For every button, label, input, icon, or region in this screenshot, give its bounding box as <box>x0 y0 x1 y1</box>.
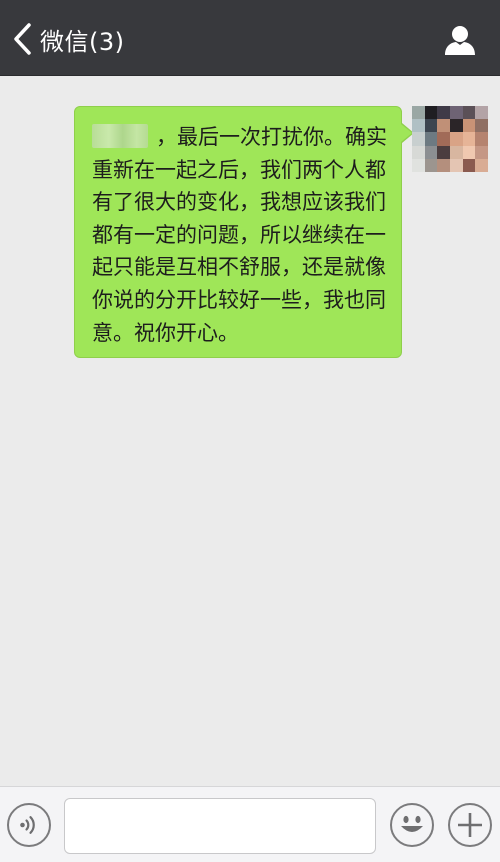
top-navigation-bar: 微信(3) <box>0 0 500 76</box>
message-content: ，最后一次打扰你。确实重新在一起之后，我们两个人都有了很大的变化，我想应该我们都… <box>92 125 387 345</box>
person-icon <box>445 26 475 55</box>
emoji-icon <box>401 815 423 832</box>
blurred-name <box>92 124 148 148</box>
message-input[interactable] <box>64 798 376 854</box>
chat-message-area[interactable]: ，最后一次打扰你。确实重新在一起之后，我们两个人都有了很大的变化，我想应该我们都… <box>0 76 500 786</box>
back-button[interactable]: 微信(3) <box>12 18 125 60</box>
voice-button[interactable] <box>7 803 51 847</box>
input-toolbar <box>0 786 500 862</box>
plus-icon <box>458 813 482 837</box>
message-text: ，最后一次打扰你。确实重新在一起之后，我们两个人都有了很大的变化，我想应该我们都… <box>92 121 387 349</box>
more-options-button[interactable] <box>448 803 492 847</box>
emoji-button[interactable] <box>390 803 434 847</box>
chat-info-button[interactable] <box>444 24 476 56</box>
voice-icon <box>20 816 35 834</box>
chevron-left-icon <box>14 23 31 55</box>
message-bubble[interactable]: ，最后一次打扰你。确实重新在一起之后，我们两个人都有了很大的变化，我想应该我们都… <box>74 106 414 358</box>
pixelated-avatar[interactable] <box>412 106 488 172</box>
chat-title: 微信(3) <box>40 27 125 56</box>
